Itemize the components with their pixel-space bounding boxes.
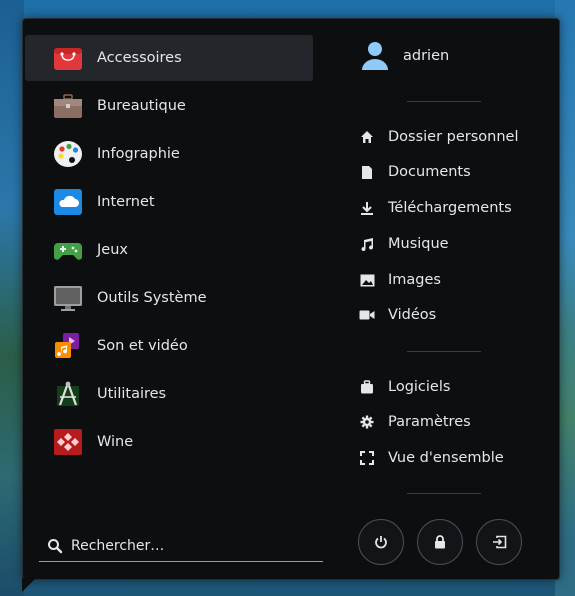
user-row[interactable]: adrien [361,41,449,71]
category-internet[interactable]: Internet [25,179,313,225]
power-icon [374,535,388,549]
monitor-icon [53,284,83,312]
image-icon [359,272,375,288]
music-icon [359,236,375,252]
category-list: Accessoires Bureautique Infographie Inte… [25,35,313,467]
system-parametres[interactable]: Paramètres [359,409,471,435]
category-outils-systeme[interactable]: Outils Système [25,275,313,321]
category-label: Jeux [97,242,128,258]
place-label: Vidéos [388,307,437,323]
place-dossier-personnel[interactable]: Dossier personnel [359,124,519,150]
place-label: Dossier personnel [388,129,519,145]
category-label: Outils Système [97,290,207,306]
system-label: Logiciels [388,379,451,395]
category-label: Son et vidéo [97,338,188,354]
separator [407,101,481,102]
lock-icon [434,535,446,549]
category-label: Utilitaires [97,386,167,402]
wine-icon [53,428,83,456]
category-label: Bureautique [97,98,186,114]
lock-button[interactable] [417,519,463,565]
search-bar[interactable] [39,531,323,562]
logout-button[interactable] [476,519,522,565]
category-utilitaires[interactable]: Utilitaires [25,371,313,417]
place-label: Documents [388,164,471,180]
user-name: adrien [403,48,450,64]
search-icon [47,538,63,554]
category-accessoires[interactable]: Accessoires [25,35,313,81]
category-wine[interactable]: Wine [25,419,313,465]
separator [407,351,481,352]
document-icon [359,164,375,180]
user-avatar-icon [361,41,389,71]
place-label: Musique [388,236,449,252]
music-video-icon [53,332,83,360]
home-icon [359,129,375,145]
place-telechargements[interactable]: Téléchargements [359,195,512,221]
video-icon [359,307,375,323]
system-label: Vue d'ensemble [388,450,504,466]
category-infographie[interactable]: Infographie [25,131,313,177]
settings-icon [359,414,375,430]
category-label: Wine [97,434,134,450]
separator [407,493,481,494]
palette-icon [53,140,83,168]
logout-icon [492,535,507,549]
desktop-background-left [0,0,24,596]
software-icon [359,379,375,395]
right-panel: adrien Dossier personnel Documents Téléc… [341,19,559,579]
utilities-icon [53,380,83,408]
power-button[interactable] [358,519,404,565]
cloud-icon [53,188,83,216]
place-label: Téléchargements [388,200,512,216]
search-input[interactable] [71,538,311,554]
menu-pointer [22,578,36,592]
accessories-icon [53,44,83,72]
category-son-et-video[interactable]: Son et vidéo [25,323,313,369]
place-documents[interactable]: Documents [359,159,471,185]
category-jeux[interactable]: Jeux [25,227,313,273]
system-vue-ensemble[interactable]: Vue d'ensemble [359,445,504,471]
category-label: Accessoires [97,50,182,66]
download-icon [359,200,375,216]
category-bureautique[interactable]: Bureautique [25,83,313,129]
overview-icon [359,450,375,466]
category-label: Internet [97,194,155,210]
app-menu-panel: Accessoires Bureautique Infographie Inte… [22,18,560,580]
gamepad-icon [53,236,83,264]
place-videos[interactable]: Vidéos [359,302,436,328]
place-musique[interactable]: Musique [359,231,449,257]
system-label: Paramètres [388,414,471,430]
category-label: Infographie [97,146,180,162]
place-label: Images [388,272,441,288]
briefcase-icon [53,92,83,120]
system-logiciels[interactable]: Logiciels [359,374,450,400]
place-images[interactable]: Images [359,267,441,293]
